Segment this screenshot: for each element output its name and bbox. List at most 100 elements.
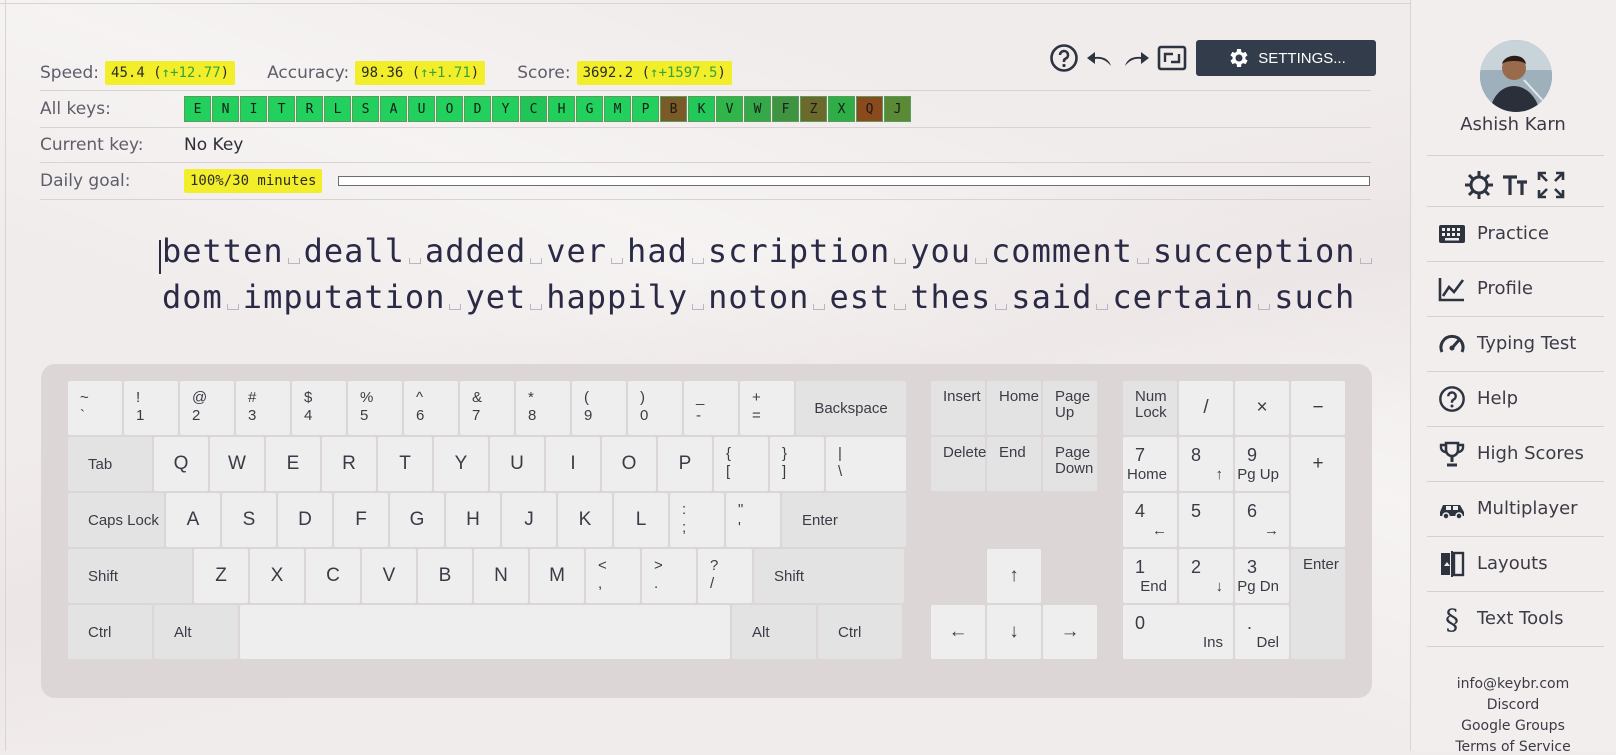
key-j[interactable]: J <box>502 493 556 547</box>
key-m[interactable]: M <box>530 549 584 603</box>
key-num-dot[interactable]: . Del <box>1235 605 1289 659</box>
key-num-8[interactable]: 8 ↑ <box>1179 437 1233 491</box>
key-o[interactable]: O <box>602 437 656 491</box>
key-punct[interactable]: ? / <box>698 549 752 603</box>
sidebar-item-layouts[interactable]: Layouts <box>1427 536 1604 591</box>
key-k[interactable]: K <box>558 493 612 547</box>
key-num-1[interactable]: 1 End <box>1123 549 1177 603</box>
key-bracket[interactable]: {[ <box>714 437 768 491</box>
key-7[interactable]: & 7 <box>460 381 514 435</box>
key-tab[interactable]: Tab <box>68 437 152 491</box>
key-num-enter[interactable]: Enter <box>1291 549 1345 659</box>
key-num-5[interactable]: 5 <box>1179 493 1233 547</box>
key-enter[interactable]: Enter <box>782 493 906 547</box>
key-4[interactable]: $4 <box>292 381 346 435</box>
key-n[interactable]: N <box>474 549 528 603</box>
key-1[interactable]: ! 1 <box>124 381 178 435</box>
key-w[interactable]: W <box>210 437 264 491</box>
key-p[interactable]: P <box>658 437 712 491</box>
window-icon[interactable] <box>1156 42 1188 74</box>
settings-button[interactable]: SETTINGS... <box>1196 40 1376 76</box>
help-circle-icon[interactable] <box>1048 42 1080 74</box>
footer-link[interactable]: info@keybr.com <box>1410 676 1616 692</box>
key-0[interactable]: ) 0 <box>628 381 682 435</box>
key-=[interactable]: + = <box>740 381 794 435</box>
font-size-icon[interactable] <box>1498 170 1532 200</box>
key--[interactable]: _ - <box>684 381 738 435</box>
key-r[interactable]: R <box>322 437 376 491</box>
key-arrow-left[interactable]: ← <box>931 605 985 659</box>
key-d[interactable]: D <box>278 493 332 547</box>
key-c[interactable]: C <box>306 549 360 603</box>
key-9[interactable]: (9 <box>572 381 626 435</box>
key-space[interactable] <box>240 605 730 659</box>
key-a[interactable]: A <box>166 493 220 547</box>
key-8[interactable]: * 8 <box>516 381 570 435</box>
key-insert[interactable]: Insert <box>931 381 985 435</box>
key-f[interactable]: F <box>334 493 388 547</box>
key-punct[interactable]: " ' <box>726 493 780 547</box>
key-s[interactable]: S <box>222 493 276 547</box>
key-shift-left[interactable]: Shift <box>68 549 192 603</box>
key-arrow-down[interactable]: ↓ <box>987 605 1041 659</box>
sidebar-item-practice[interactable]: Practice <box>1427 206 1604 261</box>
key-5[interactable]: % 5 <box>348 381 402 435</box>
key-ctrl-right[interactable]: Ctrl <box>818 605 902 659</box>
key-shift-right[interactable]: Shift <box>754 549 904 603</box>
key-delete[interactable]: Delete <box>931 437 986 491</box>
key-q[interactable]: Q <box>154 437 208 491</box>
sidebar-item-help[interactable]: Help <box>1427 371 1604 426</box>
key-3[interactable]: #3 <box>236 381 290 435</box>
key-num-2[interactable]: 2 ↓ <box>1179 549 1233 603</box>
theme-icon[interactable] <box>1462 170 1496 200</box>
key-t[interactable]: T <box>378 437 432 491</box>
key-num-0[interactable]: 0 Ins <box>1123 605 1233 659</box>
lesson-text[interactable]: betten deall added ver had scription you commen… <box>162 228 1376 320</box>
key-num-3[interactable]: 3 Pg Dn <box>1235 549 1289 603</box>
key-numlock[interactable]: Num Lock <box>1123 381 1177 435</box>
key-punct[interactable]: :; <box>670 493 724 547</box>
key-g[interactable]: G <box>390 493 444 547</box>
key-backspace[interactable]: Backspace <box>796 381 906 435</box>
user-name[interactable]: Ashish Karn <box>1410 114 1616 135</box>
key-e[interactable]: E <box>266 437 320 491</box>
key-alt-left[interactable]: Alt <box>154 605 238 659</box>
key-num-9[interactable]: 9 Pg Up <box>1235 437 1289 491</box>
key-end[interactable]: End <box>987 437 1041 491</box>
key-punct[interactable]: >. <box>642 549 696 603</box>
key-z[interactable]: Z <box>194 549 248 603</box>
key-pagedown[interactable]: Page Down <box>1043 437 1097 491</box>
key-punct[interactable]: <, <box>586 549 640 603</box>
footer-link[interactable]: Google Groups <box>1410 718 1616 734</box>
key-6[interactable]: ^ 6 <box>404 381 458 435</box>
sidebar-item-typing-test[interactable]: Typing Test <box>1427 316 1604 371</box>
key-home[interactable]: Home <box>987 381 1041 435</box>
key-x[interactable]: X <box>250 549 304 603</box>
key-num-7[interactable]: 7 Home <box>1123 437 1177 491</box>
sidebar-item-high-scores[interactable]: High Scores <box>1427 426 1604 481</box>
key-arrow-right[interactable]: → <box>1043 605 1097 659</box>
key-num-4[interactable]: 4 ← <box>1123 493 1177 547</box>
key-num-plus[interactable]: + <box>1291 437 1345 547</box>
redo-icon[interactable] <box>1120 42 1152 74</box>
key-`[interactable]: ~ ` <box>68 381 122 435</box>
key-capslock[interactable]: Caps Lock <box>68 493 164 547</box>
key-ctrl-left[interactable]: Ctrl <box>68 605 152 659</box>
key-y[interactable]: Y <box>434 437 488 491</box>
key-num-6[interactable]: 6 → <box>1235 493 1289 547</box>
key-num-multiply[interactable]: × <box>1235 381 1289 435</box>
key-pageup[interactable]: Page Up <box>1043 381 1097 435</box>
key-v[interactable]: V <box>362 549 416 603</box>
sidebar-item-multiplayer[interactable]: Multiplayer <box>1427 481 1604 536</box>
footer-link[interactable]: Discord <box>1410 697 1616 713</box>
key-i[interactable]: I <box>546 437 600 491</box>
key-u[interactable]: U <box>490 437 544 491</box>
sidebar-item-text-tools[interactable]: § Text Tools <box>1427 591 1604 646</box>
key-alt-right[interactable]: Alt <box>732 605 816 659</box>
key-arrow-up[interactable]: ↑ <box>987 549 1041 603</box>
key-bracket[interactable]: }] <box>770 437 824 491</box>
key-l[interactable]: L <box>614 493 668 547</box>
key-b[interactable]: B <box>418 549 472 603</box>
footer-link[interactable]: Terms of Service <box>1410 739 1616 755</box>
undo-icon[interactable] <box>1084 42 1116 74</box>
